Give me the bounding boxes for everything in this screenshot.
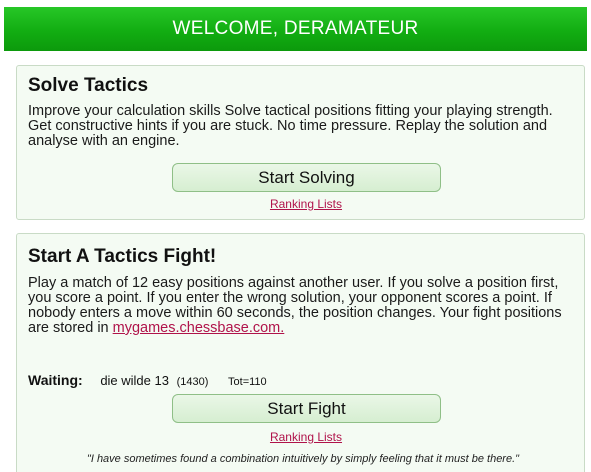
tactics-fight-description: Play a match of 12 easy positions agains… [28, 276, 573, 336]
waiting-row: Waiting: die wilde 13 (1430) Tot=110 [28, 372, 267, 388]
waiting-tot: Tot=110 [228, 376, 267, 388]
start-solving-button[interactable]: Start Solving [172, 163, 441, 192]
start-fight-button[interactable]: Start Fight [172, 394, 441, 423]
waiting-label: Waiting: [28, 372, 83, 388]
welcome-header: WELCOME, DERAMATEUR [4, 7, 587, 51]
solve-tactics-panel: Solve Tactics Improve your calculation s… [16, 65, 585, 220]
solve-tactics-description: Improve your calculation skills Solve ta… [28, 103, 553, 149]
welcome-title: WELCOME, DERAMATEUR [172, 18, 419, 39]
tactics-fight-title: Start A Tactics Fight! [28, 246, 217, 267]
waiting-user[interactable]: die wilde 13 [100, 373, 169, 388]
tactics-fight-panel: Start A Tactics Fight! Play a match of 1… [16, 233, 585, 472]
tactics-fight-description-text: Play a match of 12 easy positions agains… [28, 275, 562, 336]
fight-ranking-lists-link[interactable]: Ranking Lists [206, 430, 406, 444]
waiting-rating: (1430) [176, 376, 209, 388]
solve-tactics-title: Solve Tactics [28, 75, 149, 96]
mygames-link[interactable]: mygames.chessbase.com. [113, 320, 285, 336]
chess-quote: "I have sometimes found a combination in… [86, 453, 520, 465]
solve-ranking-lists-link[interactable]: Ranking Lists [206, 197, 406, 211]
app-frame: WELCOME, DERAMATEUR Solve Tactics Improv… [0, 0, 591, 472]
